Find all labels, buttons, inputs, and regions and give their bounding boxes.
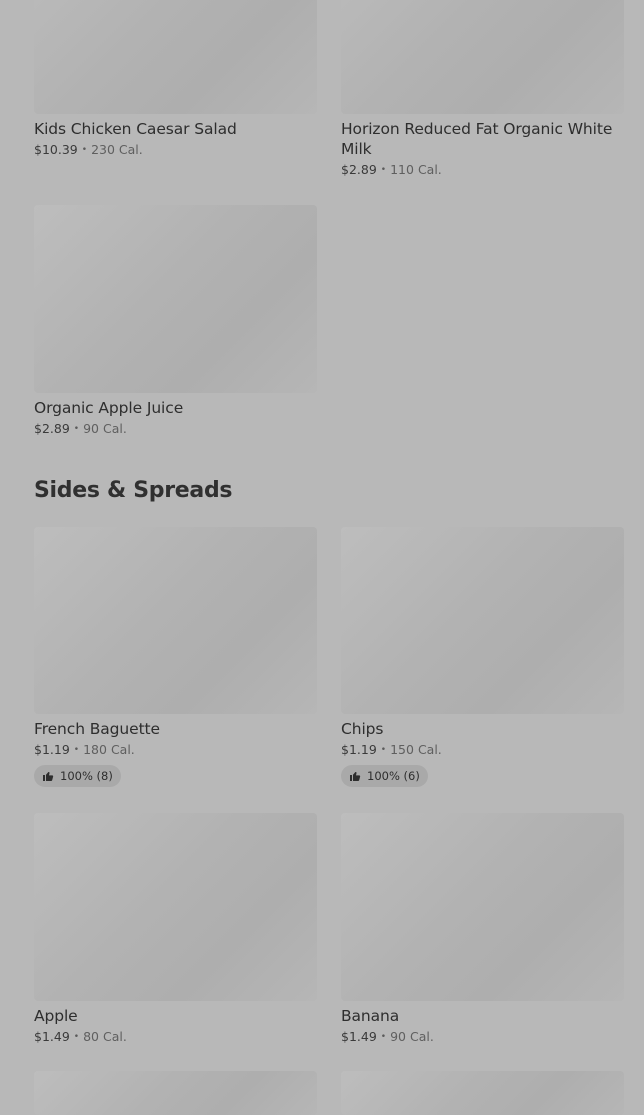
meta-separator: • (73, 745, 80, 755)
item-name: Apple (34, 1007, 78, 1025)
thumbs-up-icon (349, 770, 361, 782)
menu-item-card[interactable]: Apple $1.49 • 80 Cal. (34, 813, 317, 1046)
menu-item-card[interactable] (341, 1071, 624, 1115)
item-image-placeholder (34, 813, 317, 1001)
item-name: French Baguette (34, 720, 160, 738)
item-meta: $10.39 • 230 Cal. (34, 141, 317, 159)
item-name: Organic Apple Juice (34, 399, 184, 417)
item-image-placeholder (341, 1071, 624, 1115)
item-meta: $1.19 • 180 Cal. (34, 741, 317, 759)
item-image-placeholder (34, 0, 317, 114)
item-image-placeholder (34, 527, 317, 714)
item-price: $2.89 (341, 162, 377, 177)
menu-item-card[interactable]: Banana $1.49 • 90 Cal. (341, 813, 624, 1046)
menu-item-card[interactable]: Horizon Reduced Fat Organic White Milk $… (341, 0, 624, 179)
rating-text: 100% (6) (367, 769, 420, 783)
item-calories: 90 Cal. (83, 421, 127, 436)
item-image-placeholder (34, 1071, 317, 1115)
menu-item-card[interactable]: Organic Apple Juice $2.89 • 90 Cal. (34, 205, 317, 438)
menu-item-card[interactable]: Chips $1.19 • 150 Cal. 100% (6) (341, 527, 624, 787)
menu-item-card[interactable]: French Baguette $1.19 • 180 Cal. 100% (8) (34, 527, 317, 787)
menu-item-card[interactable]: Kids Chicken Caesar Salad $10.39 • 230 Cal… (34, 0, 317, 159)
item-price: $10.39 (34, 142, 78, 157)
meta-separator: • (380, 745, 387, 755)
item-calories: 180 Cal. (83, 742, 135, 757)
rating-badge: 100% (8) (34, 765, 121, 787)
item-price: $1.19 (34, 742, 70, 757)
item-calories: 230 Cal. (91, 142, 143, 157)
item-name: Chips (341, 720, 384, 738)
item-price: $1.49 (34, 1029, 70, 1044)
item-meta: $1.19 • 150 Cal. (341, 741, 624, 759)
item-meta: $2.89 • 110 Cal. (341, 161, 624, 179)
section-title: Sides & Spreads (34, 478, 233, 503)
item-name: Banana (341, 1007, 400, 1025)
item-calories: 110 Cal. (390, 162, 442, 177)
menu-item-card[interactable] (34, 1071, 317, 1115)
meta-separator: • (380, 1032, 387, 1042)
item-name: Horizon Reduced Fat Organic White Milk (341, 120, 613, 158)
thumbs-up-icon (42, 770, 54, 782)
item-price: $1.19 (341, 742, 377, 757)
meta-separator: • (73, 1032, 80, 1042)
item-name: Kids Chicken Caesar Salad (34, 120, 237, 138)
meta-separator: • (380, 165, 387, 175)
meta-separator: • (73, 424, 80, 434)
item-calories: 150 Cal. (390, 742, 442, 757)
item-image-placeholder (34, 205, 317, 393)
item-image-placeholder (341, 527, 624, 714)
item-price: $1.49 (341, 1029, 377, 1044)
item-image-placeholder (341, 0, 624, 114)
rating-badge: 100% (6) (341, 765, 428, 787)
item-price: $2.89 (34, 421, 70, 436)
item-image-placeholder (341, 813, 624, 1001)
rating-text: 100% (8) (60, 769, 113, 783)
item-calories: 80 Cal. (83, 1029, 127, 1044)
item-meta: $1.49 • 90 Cal. (341, 1028, 624, 1046)
meta-separator: • (81, 145, 88, 155)
item-meta: $2.89 • 90 Cal. (34, 420, 317, 438)
item-meta: $1.49 • 80 Cal. (34, 1028, 317, 1046)
item-calories: 90 Cal. (390, 1029, 434, 1044)
